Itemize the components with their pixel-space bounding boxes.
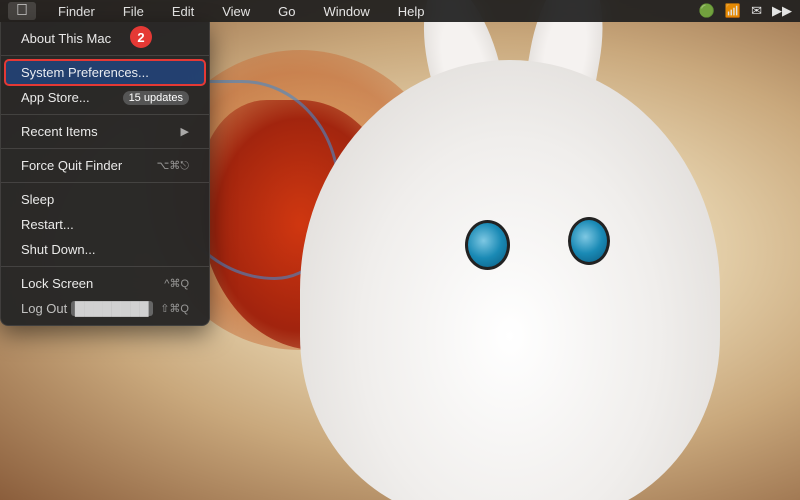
log-out-label: Log Out ████████ [21, 301, 153, 316]
force-quit-label: Force Quit Finder [21, 158, 122, 173]
media-icon: ▶▶ [772, 3, 792, 19]
menu-item-force-quit[interactable]: Force Quit Finder ⌥⌘⎋ [5, 153, 205, 178]
menu-item-lock-screen[interactable]: Lock Screen ^⌘Q [5, 271, 205, 296]
menubar:  Finder File Edit View Go Window Help 🟢… [0, 0, 800, 22]
shutdown-label: Shut Down... [21, 242, 95, 257]
menu-item-restart[interactable]: Restart... [5, 212, 205, 237]
menubar-file[interactable]: File [117, 2, 150, 21]
menu-item-sleep[interactable]: Sleep [5, 187, 205, 212]
menubar-left:  Finder File Edit View Go Window Help [8, 2, 431, 21]
menubar-finder[interactable]: Finder [52, 2, 101, 21]
menubar-window[interactable]: Window [318, 2, 376, 21]
recent-items-label: Recent Items [21, 124, 98, 139]
force-quit-shortcut: ⌥⌘⎋ [157, 159, 189, 173]
about-label: About This Mac [21, 31, 111, 46]
app-store-badge: 15 updates [123, 91, 189, 105]
lock-screen-label: Lock Screen [21, 276, 93, 291]
menu-item-recent-items[interactable]: Recent Items ▶ [5, 119, 205, 144]
menu-separator-1 [1, 55, 209, 56]
system-prefs-label: System Preferences... [21, 65, 149, 80]
menu-item-app-store[interactable]: App Store... 15 updates [5, 85, 205, 110]
restart-label: Restart... [21, 217, 74, 232]
menubar-view[interactable]: View [216, 2, 256, 21]
apple-dropdown-menu: About This Mac System Preferences... App… [0, 22, 210, 326]
log-out-shortcut: ⇧⌘Q [160, 302, 189, 315]
menu-separator-5 [1, 266, 209, 267]
apple-menu-button[interactable]:  [8, 2, 36, 20]
menu-separator-3 [1, 148, 209, 149]
status-icon-green: 🟢 [699, 3, 715, 19]
menu-separator-4 [1, 182, 209, 183]
menubar-go[interactable]: Go [272, 2, 301, 21]
menubar-right: 🟢 📶 ✉ ▶▶ [699, 3, 792, 19]
recent-items-arrow: ▶ [181, 125, 189, 138]
sleep-label: Sleep [21, 192, 54, 207]
menu-item-shutdown[interactable]: Shut Down... [5, 237, 205, 262]
menubar-edit[interactable]: Edit [166, 2, 200, 21]
menubar-help[interactable]: Help [392, 2, 431, 21]
bunny-eye-right [568, 217, 610, 265]
menu-item-system-prefs[interactable]: System Preferences... [5, 60, 205, 85]
menu-separator-2 [1, 114, 209, 115]
annotation-badge-2: 2 [130, 26, 152, 48]
bunny-body [300, 60, 720, 500]
menu-item-about[interactable]: About This Mac [5, 26, 205, 51]
lock-screen-shortcut: ^⌘Q [164, 277, 189, 290]
mail-icon: ✉ [751, 3, 762, 19]
app-store-label: App Store... [21, 90, 90, 105]
status-icon-wifi: 📶 [725, 3, 741, 19]
menu-item-log-out[interactable]: Log Out ████████ ⇧⌘Q [5, 296, 205, 321]
bunny-eye-left [465, 220, 510, 270]
